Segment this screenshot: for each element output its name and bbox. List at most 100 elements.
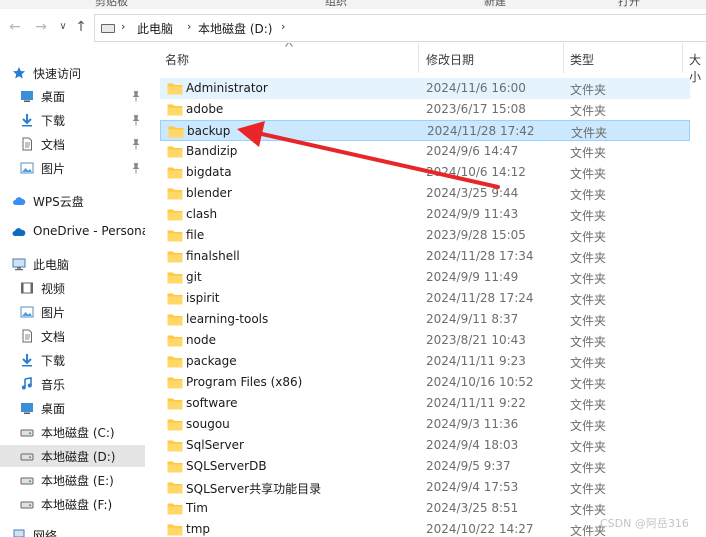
nav-item[interactable]: WPS云盘	[0, 190, 145, 212]
file-date: 2024/9/9 11:43	[426, 207, 519, 221]
file-row[interactable]: backup 2024/11/28 17:42 文件夹	[160, 120, 690, 141]
file-type: 文件夹	[571, 126, 608, 140]
star-icon	[12, 66, 26, 80]
ribbon-strip: 剪贴板 组织 新建 打开	[0, 0, 706, 9]
file-name: SQLServer共享功能目录	[186, 482, 322, 496]
file-type: 文件夹	[570, 335, 607, 349]
file-row[interactable]: finalshell 2024/11/28 17:34 文件夹	[160, 246, 690, 267]
nav-item-label: 本地磁盘 (F:)	[41, 498, 113, 512]
nav-item[interactable]: 下载	[0, 349, 145, 371]
file-row[interactable]: ispirit 2024/11/28 17:24 文件夹	[160, 288, 690, 309]
forward-button[interactable]: →	[32, 18, 50, 36]
folder-icon	[167, 229, 183, 242]
column-header-row: 名称 修改日期 类型 大小	[157, 43, 706, 84]
file-row[interactable]: SQLServer共享功能目录 2024/9/4 17:53 文件夹	[160, 477, 690, 498]
drive-icon	[20, 473, 34, 487]
file-type: 文件夹	[570, 461, 607, 475]
nav-item-label: 本地磁盘 (E:)	[41, 474, 114, 488]
file-row[interactable]: git 2024/9/9 11:49 文件夹	[160, 267, 690, 288]
column-header-date[interactable]: 修改日期	[426, 51, 474, 68]
nav-item[interactable]: 视频	[0, 277, 145, 299]
file-date: 2024/3/25 9:44	[426, 186, 519, 200]
nav-item[interactable]: 此电脑	[0, 253, 145, 275]
folder-icon	[167, 103, 183, 116]
nav-item[interactable]: 快速访问	[0, 62, 145, 84]
file-date: 2024/11/28 17:24	[426, 291, 534, 305]
file-type: 文件夹	[570, 419, 607, 433]
nav-item[interactable]: 桌面	[0, 85, 145, 107]
nav-item[interactable]: 文档	[0, 133, 145, 155]
file-row[interactable]: Program Files (x86) 2024/10/16 10:52 文件夹	[160, 372, 690, 393]
file-row[interactable]: node 2023/8/21 10:43 文件夹	[160, 330, 690, 351]
nav-item-label: 文档	[41, 330, 66, 344]
file-type: 文件夹	[570, 398, 607, 412]
nav-item-label: 网络	[33, 529, 58, 537]
file-row[interactable]: SqlServer 2024/9/4 18:03 文件夹	[160, 435, 690, 456]
column-header-size[interactable]: 大小	[689, 51, 706, 85]
file-row[interactable]: software 2024/11/11 9:22 文件夹	[160, 393, 690, 414]
nav-item[interactable]: 文档	[0, 325, 145, 347]
folder-icon	[167, 460, 183, 473]
nav-item[interactable]: 桌面	[0, 397, 145, 419]
document-icon	[20, 329, 34, 343]
file-name: clash	[186, 207, 218, 221]
folder-icon	[167, 313, 183, 326]
back-button[interactable]: ←	[6, 18, 24, 36]
file-row[interactable]: Administrator 2024/11/6 16:00 文件夹	[160, 78, 690, 99]
folder-icon	[167, 418, 183, 431]
nav-item[interactable]: 音乐	[0, 373, 145, 395]
breadcrumb-drive-d[interactable]: 本地磁盘 (D:)	[198, 20, 272, 37]
nav-item[interactable]: OneDrive - Persona	[0, 221, 145, 243]
file-name: sougou	[186, 417, 230, 431]
file-name: adobe	[186, 102, 224, 116]
nav-item[interactable]: 本地磁盘 (C:)	[0, 421, 145, 443]
column-header-name[interactable]: 名称	[165, 51, 189, 68]
file-date: 2024/11/28 17:34	[426, 249, 534, 263]
file-name: backup	[187, 124, 231, 138]
desktop-icon	[20, 401, 34, 415]
folder-icon	[167, 355, 183, 368]
picture-icon	[20, 305, 34, 319]
nav-item[interactable]: 本地磁盘 (F:)	[0, 493, 145, 515]
nav-item[interactable]: 本地磁盘 (E:)	[0, 469, 145, 491]
breadcrumb-this-pc[interactable]: 此电脑	[137, 20, 173, 37]
nav-item-label: 此电脑	[33, 258, 70, 272]
file-date: 2024/11/11 9:22	[426, 396, 526, 410]
column-divider[interactable]	[418, 43, 419, 73]
file-row[interactable]: blender 2024/3/25 9:44 文件夹	[160, 183, 690, 204]
folder-icon	[167, 166, 183, 179]
file-type: 文件夹	[570, 230, 607, 244]
folder-icon	[167, 397, 183, 410]
file-name: ispirit	[186, 291, 220, 305]
file-row[interactable]: bigdata 2024/10/6 14:12 文件夹	[160, 162, 690, 183]
recent-locations-chevron-icon[interactable]: ∨	[54, 18, 72, 36]
file-name: SQLServerDB	[186, 459, 267, 473]
nav-item[interactable]: 图片	[0, 157, 145, 179]
nav-item-label: 桌面	[41, 402, 66, 416]
file-type: 文件夹	[570, 146, 607, 160]
watermark: CSDN @阿岳316	[600, 517, 689, 530]
column-divider[interactable]	[682, 43, 683, 73]
address-input[interactable]: › 此电脑 › 本地磁盘 (D:) ›	[94, 14, 706, 42]
file-name: software	[186, 396, 238, 410]
file-name: Administrator	[186, 81, 268, 95]
nav-item[interactable]: 网络	[0, 524, 145, 537]
nav-item-label: 本地磁盘 (C:)	[41, 426, 115, 440]
file-row[interactable]: Bandizip 2024/9/6 14:47 文件夹	[160, 141, 690, 162]
file-row[interactable]: clash 2024/9/9 11:43 文件夹	[160, 204, 690, 225]
nav-item[interactable]: 本地磁盘 (D:)	[0, 445, 145, 467]
file-type: 文件夹	[570, 293, 607, 307]
file-row[interactable]: SQLServerDB 2024/9/5 9:37 文件夹	[160, 456, 690, 477]
file-row[interactable]: adobe 2023/6/17 15:08 文件夹	[160, 99, 690, 120]
column-divider[interactable]	[563, 43, 564, 73]
nav-item[interactable]: 图片	[0, 301, 145, 323]
file-row[interactable]: learning-tools 2024/9/11 8:37 文件夹	[160, 309, 690, 330]
nav-item[interactable]: 下载	[0, 109, 145, 131]
picture-icon	[20, 161, 34, 175]
column-header-type[interactable]: 类型	[570, 51, 594, 68]
up-button[interactable]: ↑	[72, 18, 90, 36]
file-date: 2024/10/16 10:52	[426, 375, 534, 389]
file-row[interactable]: file 2023/9/28 15:05 文件夹	[160, 225, 690, 246]
file-row[interactable]: package 2024/11/11 9:23 文件夹	[160, 351, 690, 372]
file-row[interactable]: sougou 2024/9/3 11:36 文件夹	[160, 414, 690, 435]
